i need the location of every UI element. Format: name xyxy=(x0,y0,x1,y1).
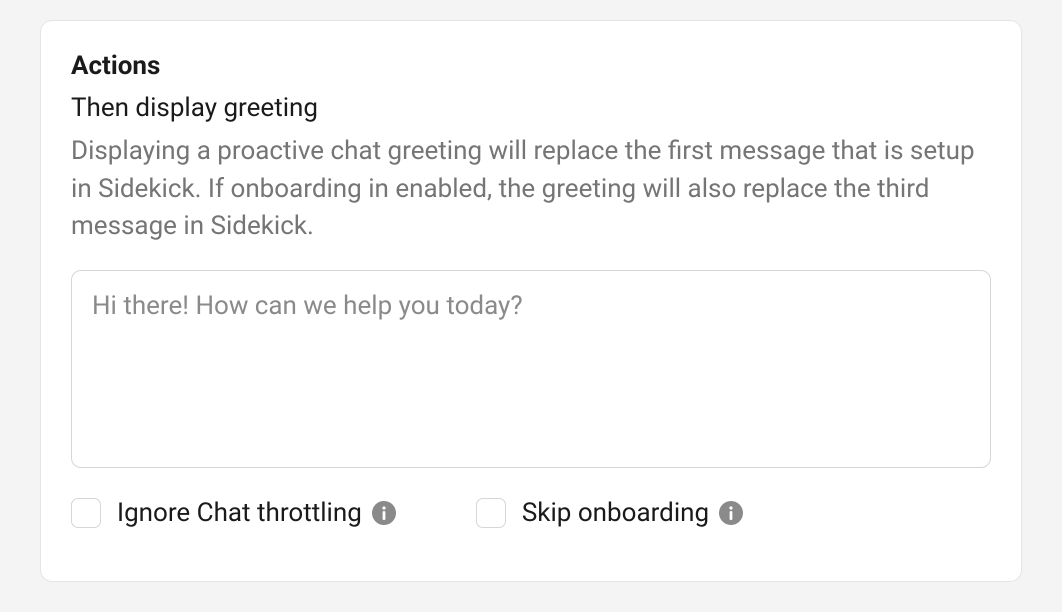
greeting-input[interactable] xyxy=(71,270,991,468)
ignore-throttling-option: Ignore Chat throttling xyxy=(71,498,396,528)
skip-onboarding-option: Skip onboarding xyxy=(476,498,743,528)
skip-onboarding-checkbox[interactable] xyxy=(476,498,506,528)
info-icon[interactable] xyxy=(372,501,396,525)
subsection-title: Then display greeting xyxy=(71,93,991,123)
skip-onboarding-label-text: Skip onboarding xyxy=(522,498,709,528)
info-icon[interactable] xyxy=(719,501,743,525)
actions-card: Actions Then display greeting Displaying… xyxy=(40,20,1022,582)
ignore-throttling-checkbox[interactable] xyxy=(71,498,101,528)
skip-onboarding-label[interactable]: Skip onboarding xyxy=(522,498,743,528)
section-description: Displaying a proactive chat greeting wil… xyxy=(71,133,991,246)
checkbox-row: Ignore Chat throttling Skip onboarding xyxy=(71,498,991,528)
section-title: Actions xyxy=(71,51,991,81)
ignore-throttling-label-text: Ignore Chat throttling xyxy=(117,498,362,528)
ignore-throttling-label[interactable]: Ignore Chat throttling xyxy=(117,498,396,528)
